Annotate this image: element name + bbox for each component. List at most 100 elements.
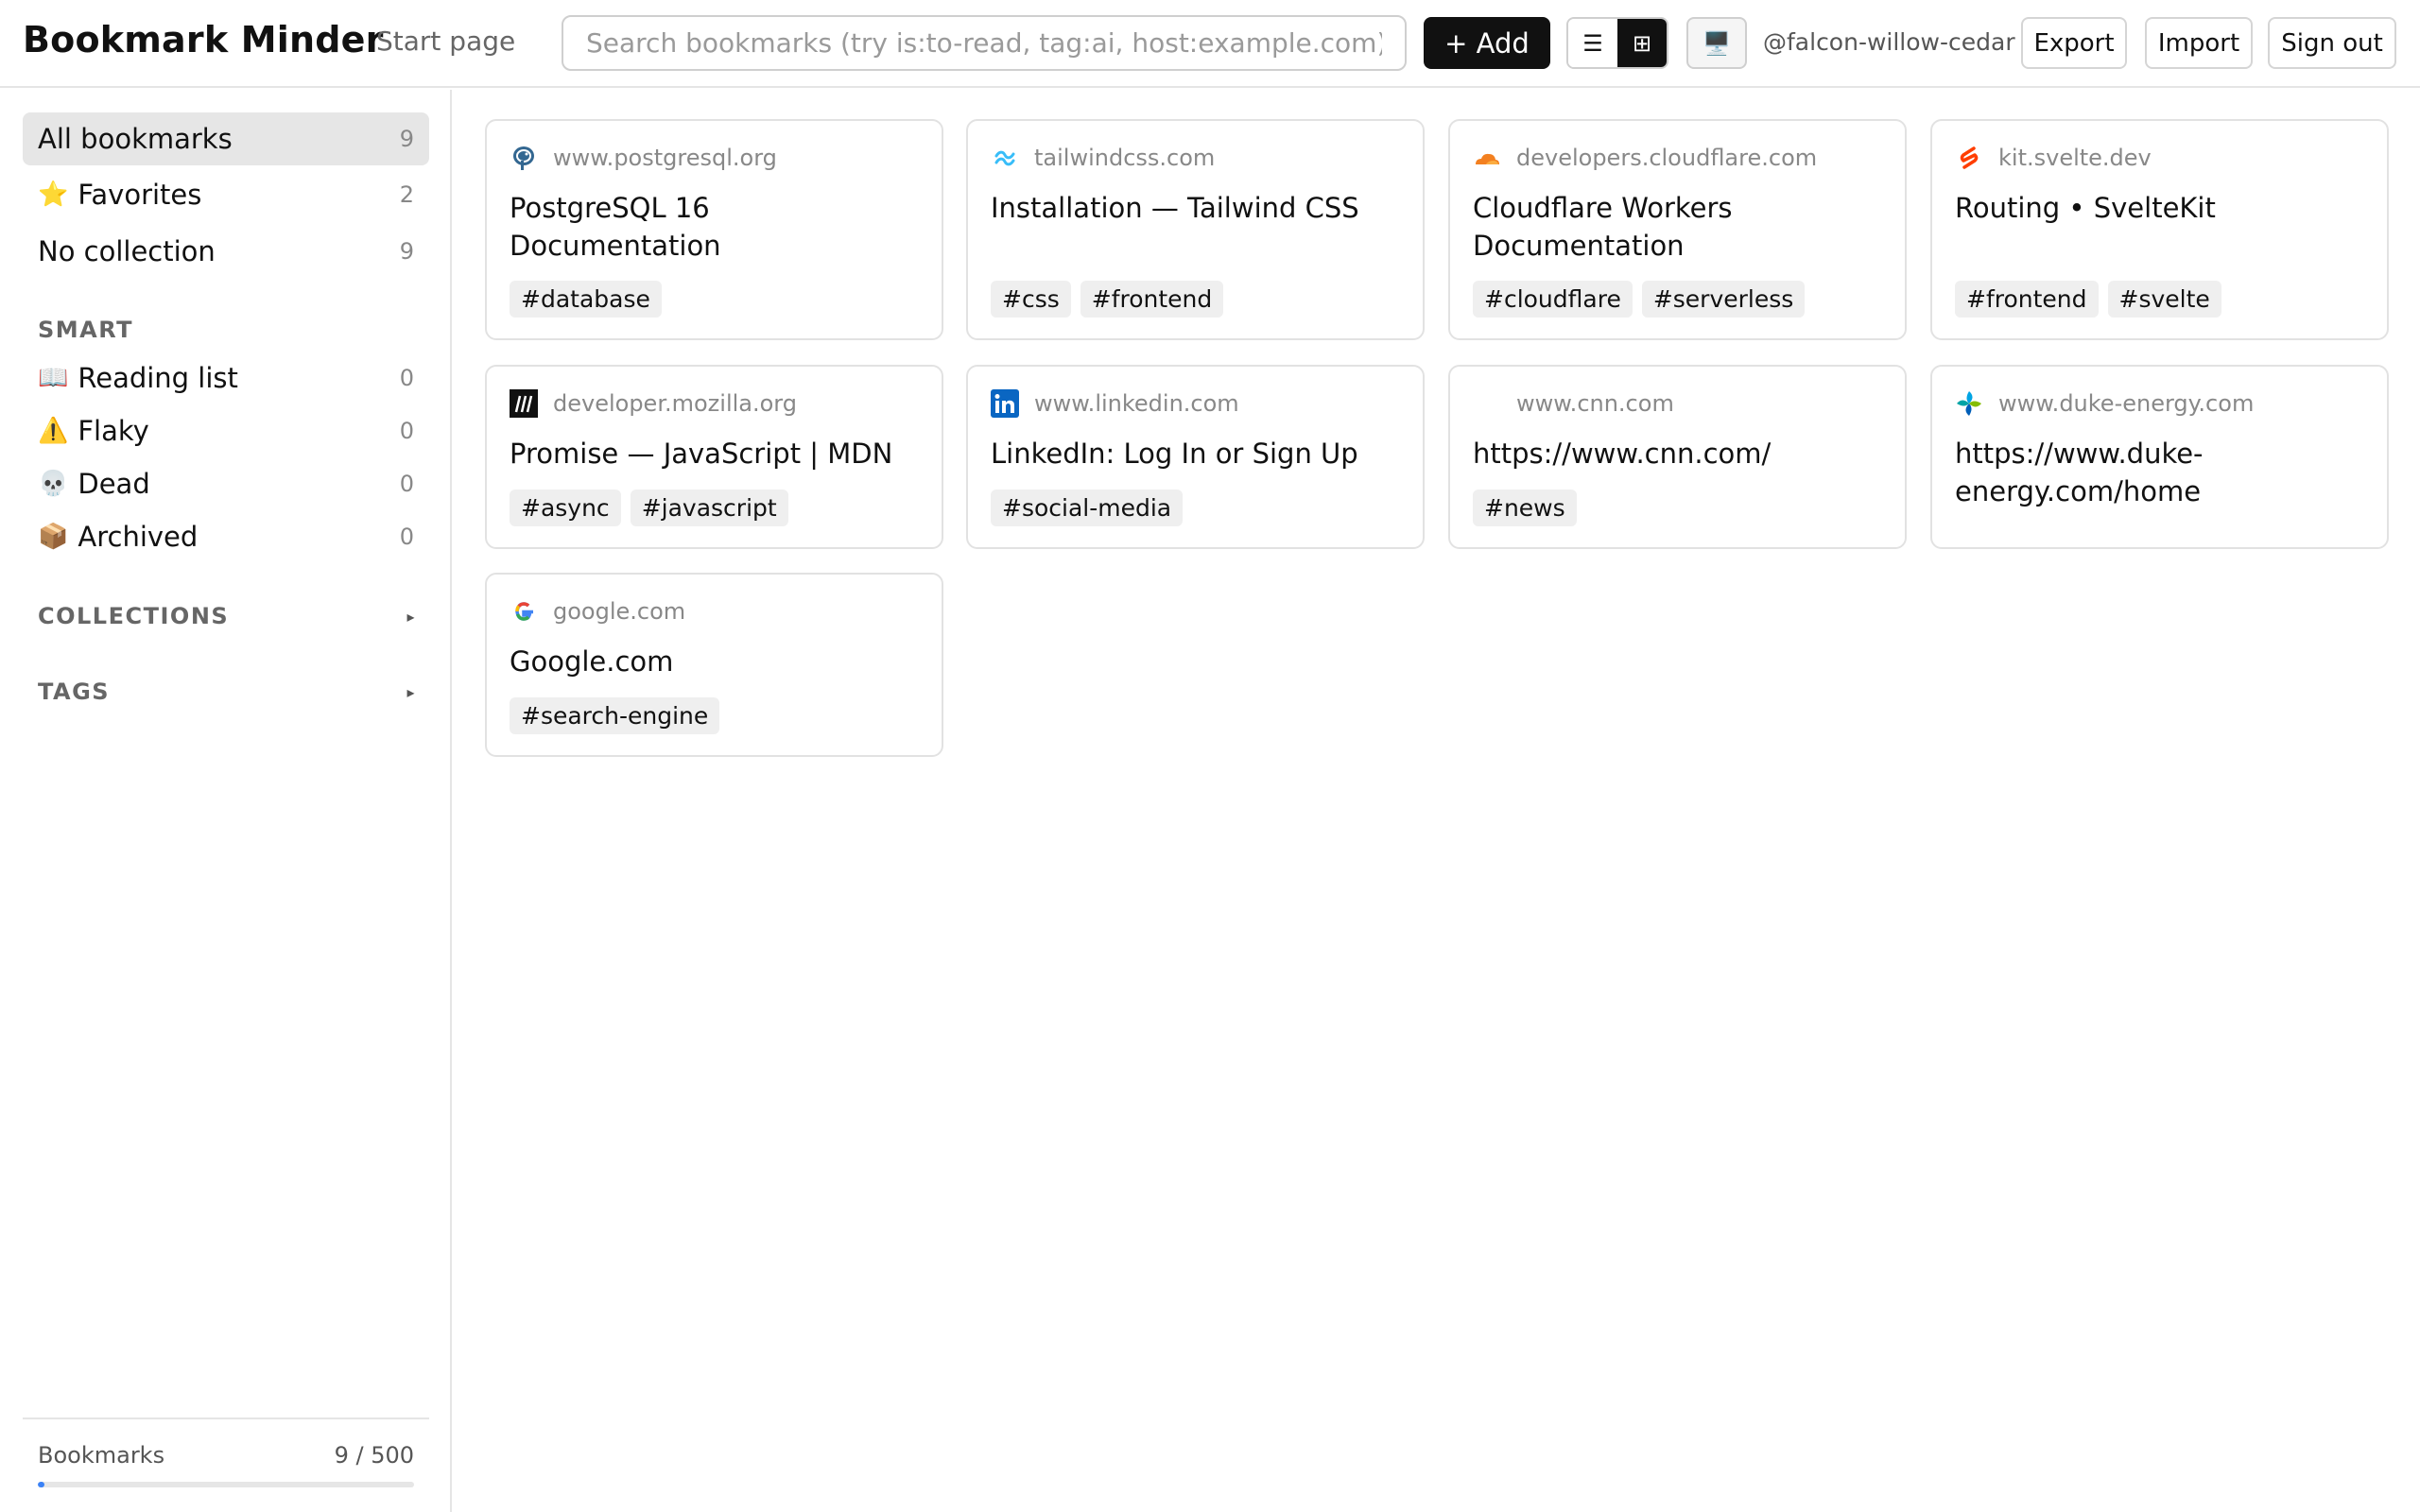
view-toggle: ☰ ⊞ xyxy=(1566,17,1668,69)
tag-chip[interactable]: #frontend xyxy=(1955,281,2099,318)
duke-energy-logo-icon xyxy=(1955,389,1983,418)
sidebar-item-count: 0 xyxy=(399,418,414,444)
package-icon: 📦 xyxy=(38,523,69,551)
sidebar-item-label: Favorites xyxy=(78,179,202,211)
caret-right-icon: ▸ xyxy=(406,682,416,701)
import-button[interactable]: Import xyxy=(2145,17,2253,69)
sidebar-item-count: 0 xyxy=(399,365,414,391)
tag-chip[interactable]: #async xyxy=(510,490,621,526)
warning-icon: ⚠️ xyxy=(38,417,69,445)
card-host: www.cnn.com xyxy=(1473,389,1674,418)
sign-out-button[interactable]: Sign out xyxy=(2268,17,2396,69)
skull-icon: 💀 xyxy=(38,470,69,498)
sidebar-item-archived[interactable]: 📦 Archived 0 xyxy=(23,510,429,563)
tag-chip[interactable]: #social-media xyxy=(991,490,1184,526)
sidebar-item-favorites[interactable]: ⭐ Favorites 2 xyxy=(23,168,429,221)
sidebar-item-all-bookmarks[interactable]: All bookmarks 9 xyxy=(23,112,429,165)
start-page-link[interactable]: Start page xyxy=(376,26,515,57)
tag-chip[interactable]: #frontend xyxy=(1080,281,1224,318)
username: @falcon-willow-cedar xyxy=(1763,28,2015,56)
app-title: Bookmark Minder xyxy=(23,19,384,60)
bookmark-card[interactable]: www.cnn.com https://www.cnn.com/ #news xyxy=(1448,365,1907,549)
blank-favicon xyxy=(1473,389,1501,418)
tag-chip[interactable]: #css xyxy=(991,281,1071,318)
card-host: www.linkedin.com xyxy=(991,389,1239,418)
sidebar-item-dead[interactable]: 💀 Dead 0 xyxy=(23,457,429,510)
collections-toggle[interactable]: COLLECTIONS ▸ xyxy=(38,603,416,629)
bookmark-card[interactable]: tailwindcss.com Installation — Tailwind … xyxy=(966,119,1425,340)
sidebar-item-count: 9 xyxy=(399,238,414,265)
bookmark-card[interactable]: www.duke-energy.com https://www.duke-ene… xyxy=(1930,365,2389,549)
card-title[interactable]: Google.com xyxy=(510,643,919,680)
card-host: www.duke-energy.com xyxy=(1955,389,2254,418)
card-host-text: tailwindcss.com xyxy=(1034,145,1216,171)
bookmark-card[interactable]: www.postgresql.org PostgreSQL 16 Documen… xyxy=(485,119,943,340)
sidebar-item-count: 2 xyxy=(399,181,414,208)
tags-heading-label: TAGS xyxy=(38,679,111,705)
smart-section-heading: SMART xyxy=(38,317,416,343)
search-input[interactable] xyxy=(562,15,1407,71)
tags-toggle[interactable]: TAGS ▸ xyxy=(38,679,416,705)
svelte-logo-icon xyxy=(1955,144,1983,172)
card-title[interactable]: Routing • SvelteKit xyxy=(1955,189,2364,227)
google-g-icon xyxy=(510,597,538,626)
book-icon: 📖 xyxy=(38,364,69,392)
card-host: google.com xyxy=(510,597,685,626)
card-title[interactable]: LinkedIn: Log In or Sign Up xyxy=(991,435,1400,472)
sidebar-item-no-collection[interactable]: No collection 9 xyxy=(23,225,429,278)
sidebar-item-label: All bookmarks xyxy=(38,123,233,155)
card-title[interactable]: Promise — JavaScript | MDN xyxy=(510,435,919,472)
add-bookmark-button[interactable]: + Add xyxy=(1424,17,1550,69)
card-host-text: www.postgresql.org xyxy=(553,145,777,171)
top-bar: Bookmark Minder Start page + Add ☰ ⊞ 🖥️ … xyxy=(0,0,2420,88)
export-button[interactable]: Export xyxy=(2021,17,2127,69)
sidebar-item-flaky[interactable]: ⚠️ Flaky 0 xyxy=(23,404,429,457)
card-title[interactable]: Installation — Tailwind CSS xyxy=(991,189,1400,227)
card-host-text: www.linkedin.com xyxy=(1034,390,1239,417)
caret-right-icon: ▸ xyxy=(406,607,416,626)
card-title[interactable]: PostgreSQL 16 Documentation xyxy=(510,189,919,265)
bookmark-card[interactable]: developer.mozilla.org Promise — JavaScri… xyxy=(485,365,943,549)
bookmark-card[interactable]: www.linkedin.com LinkedIn: Log In or Sig… xyxy=(966,365,1425,549)
quota-value: 9 / 500 xyxy=(334,1442,414,1469)
card-host-text: developers.cloudflare.com xyxy=(1516,145,1818,171)
sidebar-item-reading-list[interactable]: 📖 Reading list 0 xyxy=(23,352,429,404)
display-icon[interactable]: 🖥️ xyxy=(1686,17,1747,69)
tag-chip[interactable]: #news xyxy=(1473,490,1577,526)
card-host: www.postgresql.org xyxy=(510,144,777,172)
bookmark-card[interactable]: kit.svelte.dev Routing • SvelteKit #fron… xyxy=(1930,119,2389,340)
card-host-text: www.cnn.com xyxy=(1516,390,1674,417)
card-host: kit.svelte.dev xyxy=(1955,144,2152,172)
tag-chip[interactable]: #search-engine xyxy=(510,697,720,734)
tag-chip[interactable]: #database xyxy=(510,281,662,318)
card-title[interactable]: Cloudflare Workers Documentation xyxy=(1473,189,1882,265)
sidebar-item-label: Flaky xyxy=(78,415,149,447)
sidebar-item-count: 9 xyxy=(399,126,414,152)
sidebar-item-count: 0 xyxy=(399,524,414,550)
smart-heading-label: SMART xyxy=(38,317,134,343)
sidebar-item-label: Reading list xyxy=(78,362,238,394)
card-title[interactable]: https://www.duke-energy.com/home xyxy=(1955,435,2364,510)
tag-chip[interactable]: #cloudflare xyxy=(1473,281,1633,318)
card-host: developers.cloudflare.com xyxy=(1473,144,1817,172)
bookmark-card[interactable]: developers.cloudflare.com Cloudflare Wor… xyxy=(1448,119,1907,340)
tag-chip[interactable]: #javascript xyxy=(630,490,788,526)
bookmark-quota: Bookmarks 9 / 500 xyxy=(23,1418,429,1487)
linkedin-logo-icon xyxy=(991,389,1019,418)
postgresql-elephant-icon xyxy=(510,144,538,172)
bookmark-card[interactable]: google.com Google.com #search-engine xyxy=(485,573,943,757)
sidebar: All bookmarks 9 ⭐ Favorites 2 No collect… xyxy=(0,90,452,1512)
sidebar-item-label: Archived xyxy=(78,521,199,553)
tag-chip[interactable]: #serverless xyxy=(1641,281,1806,318)
cloudflare-cloud-icon xyxy=(1473,144,1501,172)
sidebar-item-count: 0 xyxy=(399,471,414,497)
tag-chip[interactable]: #svelte xyxy=(2107,281,2221,318)
card-title[interactable]: https://www.cnn.com/ xyxy=(1473,435,1882,472)
card-host-text: kit.svelte.dev xyxy=(1998,145,2152,171)
card-host-text: developer.mozilla.org xyxy=(553,390,797,417)
quota-label: Bookmarks xyxy=(38,1442,165,1469)
sidebar-item-label: Dead xyxy=(78,468,150,500)
grid-view-icon[interactable]: ⊞ xyxy=(1617,19,1667,67)
star-icon: ⭐ xyxy=(38,180,69,209)
list-view-icon[interactable]: ☰ xyxy=(1568,19,1617,67)
